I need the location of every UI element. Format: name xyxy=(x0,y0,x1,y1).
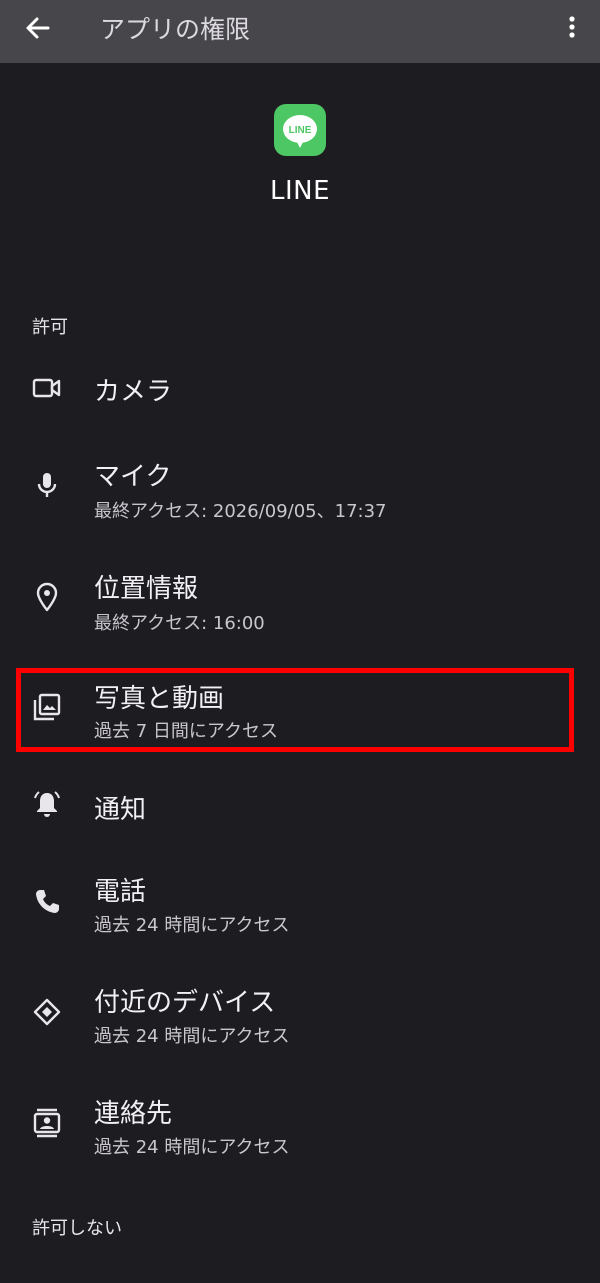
arrow-back-icon xyxy=(26,17,50,39)
permission-subtitle: 過去 24 時間にアクセス xyxy=(94,1137,290,1158)
contacts-icon xyxy=(33,1108,61,1138)
permission-row-notifications[interactable]: 通知 xyxy=(0,760,600,850)
page-title: アプリの権限 xyxy=(100,15,251,44)
location-icon xyxy=(36,582,58,612)
permission-title: 通知 xyxy=(94,795,147,825)
bell-icon xyxy=(34,791,60,817)
camera-icon xyxy=(32,378,61,398)
permission-subtitle: 過去 24 時間にアクセス xyxy=(94,915,290,936)
permission-row-phone[interactable]: 電話 過去 24 時間にアクセス xyxy=(0,867,600,957)
permission-title: マイク xyxy=(94,462,172,492)
line-app-icon: LINE xyxy=(274,104,326,156)
permission-row-contacts[interactable]: 連絡先 過去 24 時間にアクセス xyxy=(0,1089,600,1179)
permission-row-location[interactable]: 位置情報 最終アクセス: 16:00 xyxy=(0,562,600,652)
permission-title: 位置情報 xyxy=(94,574,199,604)
highlight-box xyxy=(16,668,574,752)
phone-icon xyxy=(36,890,59,913)
permission-title: カメラ xyxy=(94,377,173,407)
permission-title: 付近のデバイス xyxy=(94,988,276,1018)
permission-row-mic[interactable]: マイク 最終アクセス: 2026/09/05、17:37 xyxy=(0,450,600,540)
svg-text:LINE: LINE xyxy=(289,125,312,136)
permission-subtitle: 最終アクセス: 16:00 xyxy=(94,613,265,634)
more-options-button[interactable] xyxy=(560,12,584,44)
nearby-devices-icon xyxy=(33,998,61,1026)
more-vert-icon xyxy=(569,16,575,38)
app-bar: アプリの権限 xyxy=(0,0,600,63)
allowed-section-header: 許可 xyxy=(32,317,68,338)
permission-title: 連絡先 xyxy=(94,1099,173,1129)
denied-section-header: 許可しない xyxy=(32,1218,122,1239)
permission-subtitle: 最終アクセス: 2026/09/05、17:37 xyxy=(94,501,387,522)
mic-icon xyxy=(37,473,57,497)
back-button[interactable] xyxy=(22,12,54,44)
app-name: LINE xyxy=(269,176,331,206)
permission-row-nearby-devices[interactable]: 付近のデバイス 過去 24 時間にアクセス xyxy=(0,978,600,1068)
permission-subtitle: 過去 24 時間にアクセス xyxy=(94,1026,290,1047)
permission-title: 電話 xyxy=(94,877,147,907)
permission-row-camera[interactable]: カメラ xyxy=(0,345,600,435)
